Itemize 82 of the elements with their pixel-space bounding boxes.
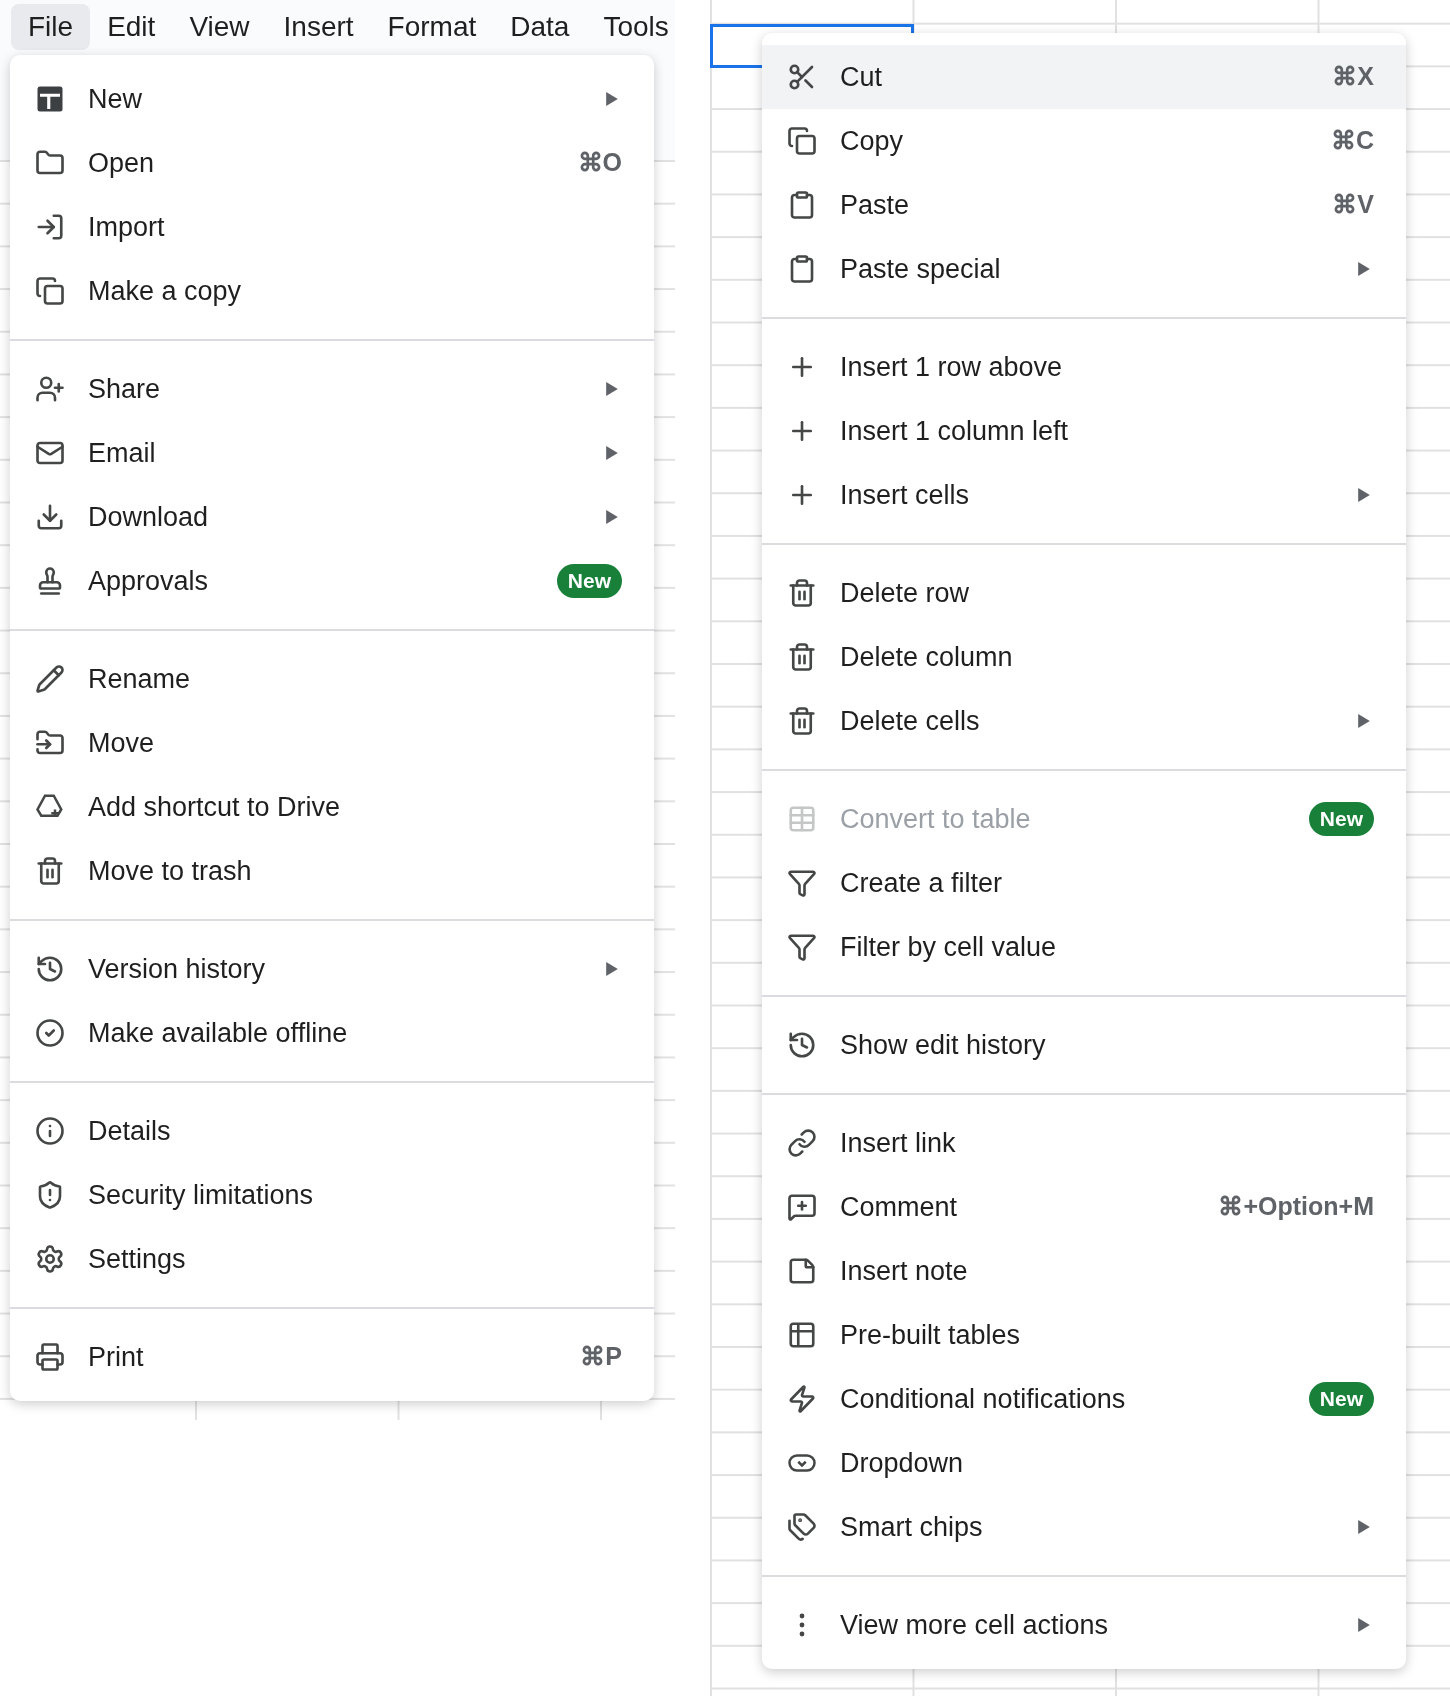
menu-item[interactable]: Copy ⌘C xyxy=(762,109,1406,173)
menu-item[interactable]: Import xyxy=(10,195,654,259)
filter-icon xyxy=(787,932,817,962)
info-icon xyxy=(35,1116,65,1146)
spreadsheet-icon xyxy=(35,84,65,114)
menu-bar-item[interactable]: Edit xyxy=(90,4,173,50)
more-icon xyxy=(799,1612,805,1638)
menu-bar-item[interactable]: Insert xyxy=(266,4,371,50)
menu-item[interactable]: Create a filter xyxy=(762,851,1406,915)
menu-item[interactable]: New xyxy=(10,67,654,131)
menu-item[interactable]: Email xyxy=(10,421,654,485)
shortcut-text: ⌘X xyxy=(1332,61,1374,93)
menu-item[interactable]: Move xyxy=(10,711,654,775)
menu-item[interactable]: Cut ⌘X xyxy=(762,45,1406,109)
table-icon xyxy=(787,1320,817,1350)
menu-item[interactable]: Move to trash xyxy=(10,839,654,903)
menu-item[interactable]: View more cell actions xyxy=(762,1593,1406,1657)
menu-item[interactable]: Paste ⌘V xyxy=(762,173,1406,237)
trash-icon xyxy=(787,706,817,736)
shortcut-text: ⌘+Option+M xyxy=(1218,1191,1374,1223)
check-circle-icon xyxy=(35,1018,65,1048)
menu-item[interactable]: Approvals New xyxy=(10,549,654,613)
copy-icon xyxy=(35,276,65,306)
filter-icon xyxy=(787,868,817,898)
menu-item[interactable]: Version history xyxy=(10,937,654,1001)
menu-item[interactable]: Filter by cell value xyxy=(762,915,1406,979)
menu-item[interactable]: Details xyxy=(10,1099,654,1163)
new-badge: New xyxy=(1308,1382,1374,1416)
link-icon xyxy=(787,1128,817,1158)
lightning-icon xyxy=(787,1384,817,1414)
menu-item[interactable]: Smart chips xyxy=(762,1495,1406,1559)
menu-item[interactable]: Dropdown xyxy=(762,1431,1406,1495)
menu-item[interactable]: Show edit history xyxy=(762,1013,1406,1077)
add-person-icon xyxy=(35,374,65,404)
menu-item[interactable]: Open ⌘O xyxy=(10,131,654,195)
menu-item[interactable]: Comment ⌘+Option+M xyxy=(762,1175,1406,1239)
menu-item[interactable]: Make available offline xyxy=(10,1001,654,1065)
shortcut-text: ⌘O xyxy=(577,147,622,179)
menu-item[interactable]: Insert note xyxy=(762,1239,1406,1303)
comment-plus-icon xyxy=(787,1192,817,1222)
table-icon xyxy=(787,804,817,834)
settings-icon xyxy=(35,1244,65,1274)
trash-icon xyxy=(35,856,65,886)
menu-item[interactable]: Share xyxy=(10,357,654,421)
menu-item[interactable]: Delete column xyxy=(762,625,1406,689)
shortcut-text: ⌘P xyxy=(580,1341,622,1373)
menu-bar-item[interactable]: View xyxy=(172,4,267,50)
note-icon xyxy=(787,1256,817,1286)
import-icon xyxy=(35,212,65,242)
menu-item[interactable]: Pre-built tables xyxy=(762,1303,1406,1367)
menu-item[interactable]: Security limitations xyxy=(10,1163,654,1227)
history-icon xyxy=(35,954,65,984)
menu-item[interactable]: Make a copy xyxy=(10,259,654,323)
shortcut-text: ⌘C xyxy=(1330,125,1374,157)
history-icon xyxy=(787,1030,817,1060)
menu-bar-item[interactable]: File xyxy=(11,4,91,50)
menu-item[interactable]: Insert 1 column left xyxy=(762,399,1406,463)
printer-icon xyxy=(35,1342,65,1372)
menu-item[interactable]: Delete cells xyxy=(762,689,1406,753)
menu-item[interactable]: Paste special xyxy=(762,237,1406,301)
menu-item[interactable]: Insert cells xyxy=(762,463,1406,527)
chips-icon xyxy=(787,1512,817,1542)
menu-item[interactable]: Print ⌘P xyxy=(10,1325,654,1389)
download-icon xyxy=(35,502,65,532)
menu-item[interactable]: Insert link xyxy=(762,1111,1406,1175)
menu-bar-item[interactable]: Format xyxy=(370,4,494,50)
menu-bar-item[interactable]: Tools xyxy=(586,4,686,50)
menu-item[interactable]: Settings xyxy=(10,1227,654,1291)
menu-item[interactable]: Add shortcut to Drive xyxy=(10,775,654,839)
pencil-icon xyxy=(35,664,65,694)
menu-item[interactable]: Download xyxy=(10,485,654,549)
trash-icon xyxy=(787,578,817,608)
menu-item[interactable]: Delete row xyxy=(762,561,1406,625)
menu-item[interactable]: Insert 1 row above xyxy=(762,335,1406,399)
new-badge: New xyxy=(556,564,622,598)
shortcut-text: ⌘V xyxy=(1332,189,1374,221)
new-badge: New xyxy=(1308,802,1374,836)
menu-item[interactable]: Rename xyxy=(10,647,654,711)
copy-icon xyxy=(787,126,817,156)
trash-icon xyxy=(787,642,817,672)
menu-item[interactable]: Conditional notifications New xyxy=(762,1367,1406,1431)
menu-bar-item[interactable]: Data xyxy=(493,4,587,50)
